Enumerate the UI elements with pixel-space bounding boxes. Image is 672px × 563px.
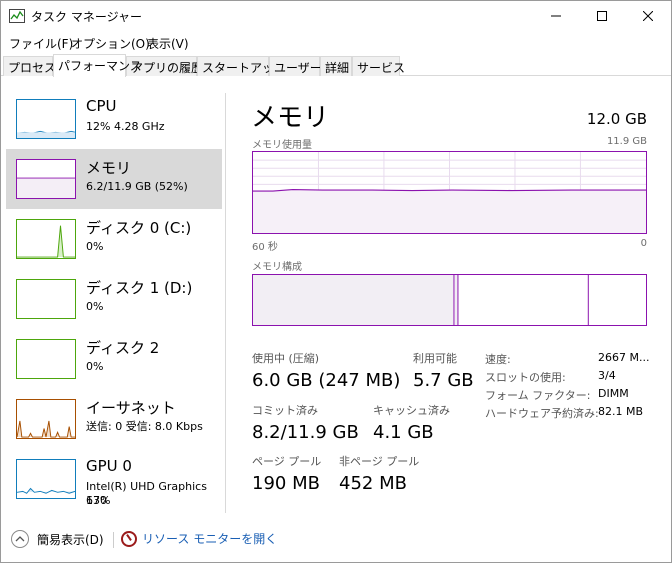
sidebar-item-title: ディスク 0 (C:) [86,219,192,237]
sidebar-item-ethernet[interactable]: イーサネット 送信: 0 受信: 8.0 Kbps [6,389,222,449]
disk-thumbnail-graph [16,219,76,259]
committed-label: コミット済み [252,404,318,417]
sidebar-item-subtitle: 0% [86,360,104,373]
sidebar-item-title: ディスク 2 [86,339,160,357]
task-manager-window: タスク マネージャー ファイル(F) オプション(O) 表示(V) プロセス パ… [0,0,672,563]
graph-axis-left: 60 秒 [252,242,278,253]
sidebar-item-subtitle-2: 17% [86,494,111,507]
open-resource-monitor-link[interactable]: リソース モニターを開く [121,530,277,547]
sidebar-item-subtitle: 6.2/11.9 GB (52%) [86,180,188,193]
memory-usage-graph [252,151,647,234]
maximize-icon [597,11,607,21]
menu-bar: ファイル(F) オプション(O) 表示(V) [1,33,671,53]
in-use-value: 6.0 GB (247 MB) [252,370,401,391]
paged-pool-value: 190 MB [252,473,320,494]
paged-pool-label: ページ プール [252,455,322,468]
close-icon [643,11,653,21]
memory-thumbnail-graph [16,159,76,199]
menu-options[interactable]: オプション(O) [71,35,150,52]
sidebar-item-disk-1[interactable]: ディスク 1 (D:) 0% [6,269,222,329]
speed-label: 速度: [485,353,511,366]
composition-label: メモリ構成 [252,262,302,273]
tab-performance[interactable]: パフォーマンス [53,54,142,77]
footer-separator [113,532,114,548]
fewer-details-button[interactable]: 簡易表示(D) [11,530,104,548]
cpu-thumbnail-graph [16,99,76,139]
sidebar-item-title: CPU [86,97,117,115]
ethernet-thumbnail-graph [16,399,76,439]
slots-label: スロットの使用: [485,371,566,384]
graph-axis-right: 0 [640,238,647,249]
usage-graph-label: メモリ使用量 [252,140,312,151]
maximize-button[interactable] [579,1,625,31]
resource-monitor-icon [121,530,137,547]
minimize-icon [551,15,561,17]
minimize-button[interactable] [533,1,579,31]
nonpaged-pool-value: 452 MB [339,473,407,494]
close-button[interactable] [625,1,671,31]
sidebar-item-gpu-0[interactable]: GPU 0 Intel(R) UHD Graphics 630 17% [6,449,222,509]
sidebar-item-subtitle: 12% 4.28 GHz [86,120,165,133]
tab-processes[interactable]: プロセス [3,56,56,76]
available-label: 利用可能 [413,352,457,365]
sidebar-item-cpu[interactable]: CPU 12% 4.28 GHz [6,89,222,149]
tab-services[interactable]: サービス [352,56,405,76]
sidebar-item-disk-0[interactable]: ディスク 0 (C:) 0% [6,209,222,269]
window-title: タスク マネージャー [31,10,142,24]
tab-details[interactable]: 詳細 [320,56,352,76]
sidebar-item-title: イーサネット [86,399,176,417]
memory-composition-bar [252,274,647,326]
tab-strip: プロセス パフォーマンス アプリの履歴 スタートアップ ユーザー 詳細 サービス [1,54,671,77]
committed-value: 8.2/11.9 GB [252,422,359,443]
sidebar-item-memory[interactable]: メモリ 6.2/11.9 GB (52%) [6,149,222,209]
speed-value: 2667 M... [598,351,650,364]
title-bar: タスク マネージャー [1,1,671,31]
sidebar-item-subtitle: 0% [86,240,104,253]
available-value: 5.7 GB [413,370,474,391]
tab-startup[interactable]: スタートアップ [197,56,286,76]
usage-graph-max: 11.9 GB [606,136,647,147]
sidebar-item-subtitle: 送信: 0 受信: 8.0 Kbps [86,420,203,433]
fewer-details-label: 簡易表示(D) [37,532,104,547]
memory-total: 12.0 GB [586,110,647,128]
slots-value: 3/4 [598,369,616,382]
open-resource-monitor-label: リソース モニターを開く [142,532,278,546]
disk-thumbnail-graph [16,339,76,379]
hardware-reserved-value: 82.1 MB [598,405,644,418]
footer-bar: 簡易表示(D) リソース モニターを開く [1,525,671,553]
sidebar-item-disk-2[interactable]: ディスク 2 0% [6,329,222,389]
menu-file[interactable]: ファイル(F) [9,35,73,52]
cached-label: キャッシュ済み [373,404,450,417]
form-factor-value: DIMM [598,387,629,400]
sidebar-item-title: GPU 0 [86,457,132,475]
form-factor-label: フォーム ファクター: [485,389,591,402]
page-title: メモリ [251,103,330,133]
sidebar-divider [225,93,226,513]
menu-view[interactable]: 表示(V) [147,35,189,52]
sidebar-item-title: メモリ [86,159,132,177]
nonpaged-pool-label: 非ページ プール [339,455,420,468]
in-use-label: 使用中 (圧縮) [252,352,320,365]
task-manager-icon [9,9,25,23]
chevron-up-icon [11,530,29,548]
cached-value: 4.1 GB [373,422,434,443]
hardware-reserved-label: ハードウェア予約済み: [485,407,599,420]
disk-thumbnail-graph [16,279,76,319]
tab-users[interactable]: ユーザー [269,56,322,76]
sidebar-item-title: ディスク 1 (D:) [86,279,193,297]
gpu-thumbnail-graph [16,459,76,499]
sidebar-item-subtitle: 0% [86,300,104,313]
resource-sidebar: CPU 12% 4.28 GHz メモリ 6.2/11.9 GB (52%) デ… [1,77,229,517]
